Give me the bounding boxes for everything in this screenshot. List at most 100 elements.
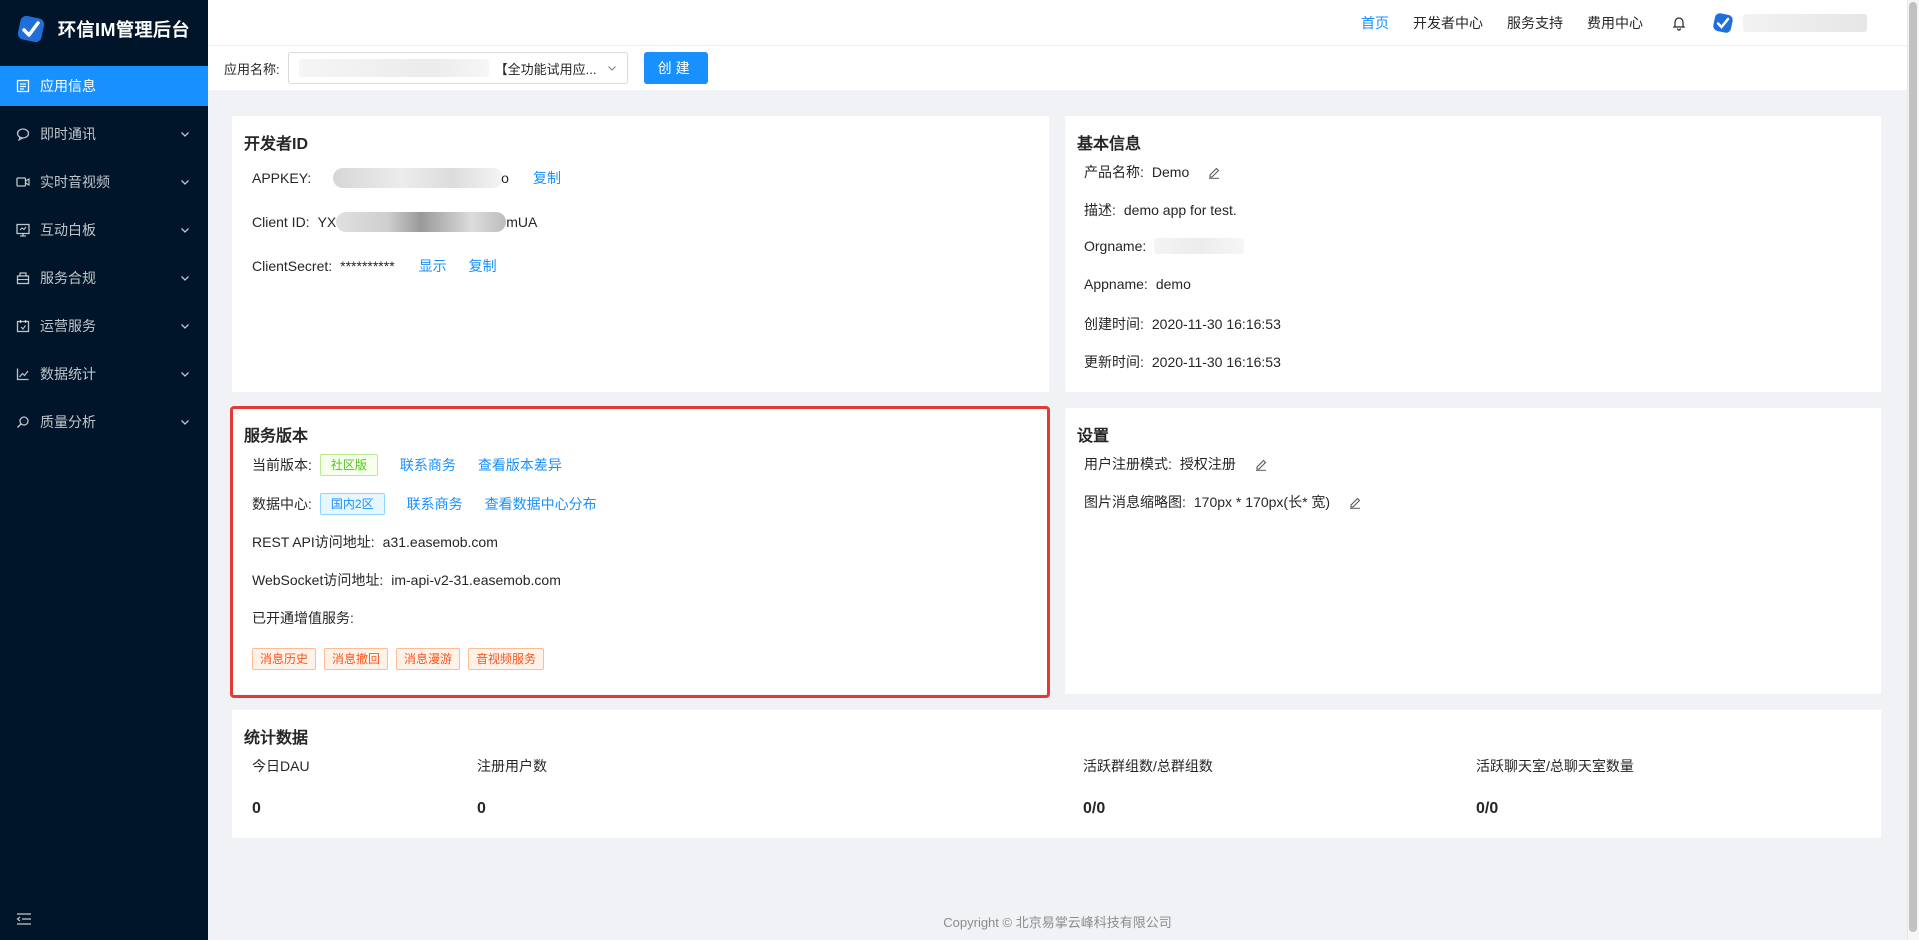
sidebar-item-label: 数据统计 [40,366,96,382]
basic-info-title: 基本信息 [1077,136,1142,153]
developer-id-title: 开发者ID [244,136,309,153]
menu-fold-icon[interactable] [16,912,32,926]
appname-row: Appname: demo [1084,276,1191,292]
edit-icon[interactable] [1348,495,1362,509]
app-select[interactable]: 【全功能试用应... [287,52,628,84]
sidebar-item-whiteboard[interactable]: 互动白板 [0,210,208,250]
thumbnail-label: 图片消息缩略图: [1084,494,1186,510]
copy-secret-link[interactable]: 复制 [469,256,497,276]
sidebar-item-quality[interactable]: 质量分析 [0,402,208,442]
sidebar-item-compliance[interactable]: 服务合规 [0,258,208,298]
view-dc-distribution-link[interactable]: 查看数据中心分布 [485,494,597,514]
appkey-row: APPKEY: o 复制 [252,168,583,188]
username-redacted [1743,13,1867,32]
calendar-icon [16,320,30,333]
sidebar-item-label: 服务合规 [40,270,96,286]
orgname-row: Orgname: [1084,238,1245,254]
client-id-prefix: YX [317,214,337,230]
client-secret-value: ********** [340,258,395,274]
contact-sales-link[interactable]: 联系商务 [400,455,456,475]
product-name-value: Demo [1151,164,1190,180]
registration-mode-value: 授权注册 [1179,456,1236,472]
websocket-value: im-api-v2-31.easemob.com [391,572,561,588]
sidebar-item-operations[interactable]: 运营服务 [0,306,208,346]
client-id-suffix: mUA [506,214,538,230]
show-secret-link[interactable]: 显示 [419,256,447,276]
settings-title: 设置 [1077,428,1110,445]
description-value: demo app for test. [1123,202,1237,218]
page-scrollbar[interactable] [1907,0,1919,940]
app-select-value: 【全功能试用应... [494,61,597,77]
sidebar-item-rtc[interactable]: 实时音视频 [0,162,208,202]
create-button[interactable]: 创建 [643,52,708,84]
nav-developer-center[interactable]: 开发者中心 [1413,13,1483,33]
stat-value: 0/0 [1083,800,1106,817]
sidebar-item-label: 质量分析 [40,414,96,430]
shop-icon [16,272,30,285]
brand[interactable]: 环信IM管理后台 [0,0,208,58]
sidebar-item-im[interactable]: 即时通讯 [0,114,208,154]
settings-card: 设置 用户注册模式: 授权注册 图片消息缩略图: 170px * 170px(长… [1065,408,1881,694]
rest-api-label: REST API访问地址: [252,534,375,550]
addons-tags: 消息历史 消息撤回 消息漫游 音视频服务 [252,648,552,670]
view-version-diff-link[interactable]: 查看版本差异 [478,455,562,475]
updated-time-row: 更新时间: 2020-11-30 16:16:53 [1084,352,1281,372]
stat-dau: 今日DAU 0 [252,756,310,818]
created-time-value: 2020-11-30 16:16:53 [1151,316,1281,332]
websocket-label: WebSocket访问地址: [252,572,384,588]
addons-row: 已开通增值服务: [252,608,354,628]
websocket-row: WebSocket访问地址: im-api-v2-31.easemob.com [252,570,561,590]
contact-sales-link[interactable]: 联系商务 [407,494,463,514]
sidebar-menu: 应用信息 即时通讯 实时音视频 互动白板 服务合规 运营服务 数据统计 质量分析 [0,66,208,442]
logo-icon [17,15,45,43]
avatar[interactable] [1711,11,1735,35]
bell-icon[interactable] [1671,15,1687,31]
chevron-down-icon [607,66,616,71]
sidebar-item-app-info[interactable]: 应用信息 [0,66,208,106]
created-time-row: 创建时间: 2020-11-30 16:16:53 [1084,314,1281,334]
stat-groups: 活跃群组数/总群组数 0/0 [1083,756,1213,818]
registration-mode-row: 用户注册模式: 授权注册 [1084,454,1268,474]
appkey-suffix: o [501,170,509,186]
thumbnail-value: 170px * 170px(长* 宽) [1193,494,1331,510]
scrollbar-thumb[interactable] [1909,2,1917,932]
statistics-title: 统计数据 [244,730,309,747]
footer-copyright: Copyright © 北京易掌云峰科技有限公司 [943,915,1172,930]
description-row: 描述: demo app for test. [1084,200,1237,220]
nav-home[interactable]: 首页 [1361,13,1389,33]
client-id-row: Client ID: YX mUA [252,212,561,232]
chevron-down-icon [181,276,189,281]
nav-support[interactable]: 服务支持 [1507,13,1563,33]
sidebar-item-statistics[interactable]: 数据统计 [0,354,208,394]
stat-label: 活跃群组数/总群组数 [1083,758,1213,774]
sidebar-item-label: 应用信息 [40,78,96,94]
chevron-down-icon [181,180,189,185]
search-icon [17,416,29,428]
chart-icon [16,368,29,381]
appname-label: Appname: [1084,276,1148,292]
chevron-down-icon [181,324,189,329]
appkey-redacted [333,168,504,188]
whiteboard-icon [16,223,30,237]
edit-icon[interactable] [1207,165,1221,179]
stat-value: 0 [252,800,261,817]
nav-billing[interactable]: 费用中心 [1587,13,1643,33]
addon-tag: 消息漫游 [396,648,461,670]
current-version-label: 当前版本: [252,457,312,473]
appname-value: demo [1155,276,1191,292]
chevron-down-icon [181,228,189,233]
sidebar-item-label: 运营服务 [40,318,96,334]
product-name-label: 产品名称: [1084,164,1144,180]
created-time-label: 创建时间: [1084,316,1144,332]
appkey-label: APPKEY: [252,170,312,186]
stat-label: 活跃聊天室/总聊天室数量 [1476,758,1634,774]
app-selector-bar: 应用名称: 【全功能试用应... 创建 [208,46,1907,90]
stat-value: 0/0 [1476,800,1499,817]
stat-label: 注册用户数 [477,758,547,774]
addons-label: 已开通增值服务: [252,610,354,626]
edit-icon[interactable] [1254,457,1268,471]
client-secret-label: ClientSecret: [252,258,333,274]
client-id-redacted [336,212,507,232]
copy-appkey-link[interactable]: 复制 [533,168,561,188]
registration-mode-label: 用户注册模式: [1084,456,1172,472]
